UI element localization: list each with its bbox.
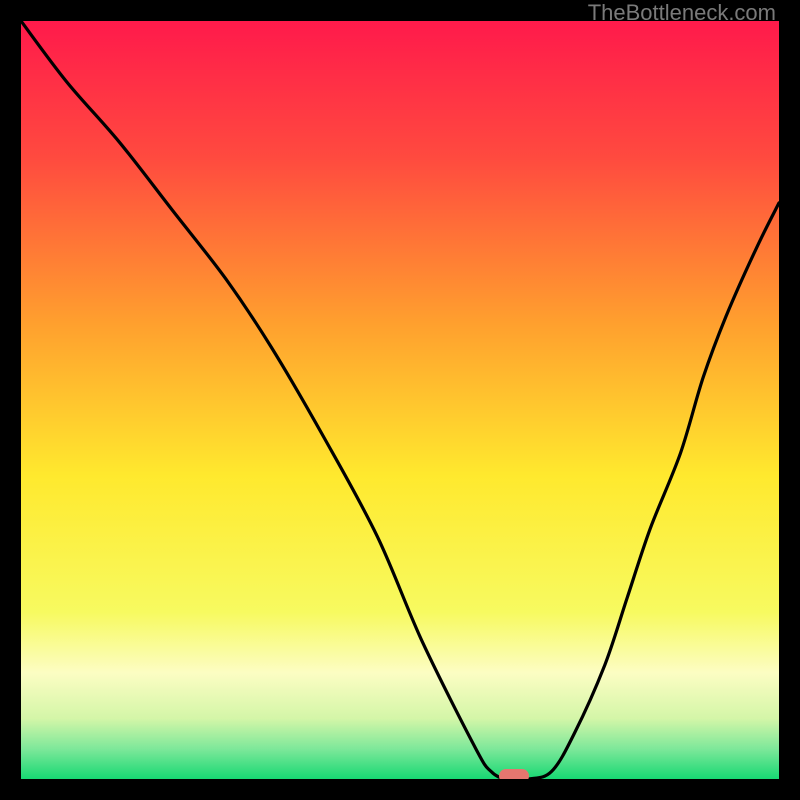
bottleneck-curve [21,21,779,779]
plot-area [21,21,779,779]
optimal-marker [499,769,529,779]
watermark: TheBottleneck.com [588,0,776,26]
chart-frame: TheBottleneck.com [0,0,800,800]
